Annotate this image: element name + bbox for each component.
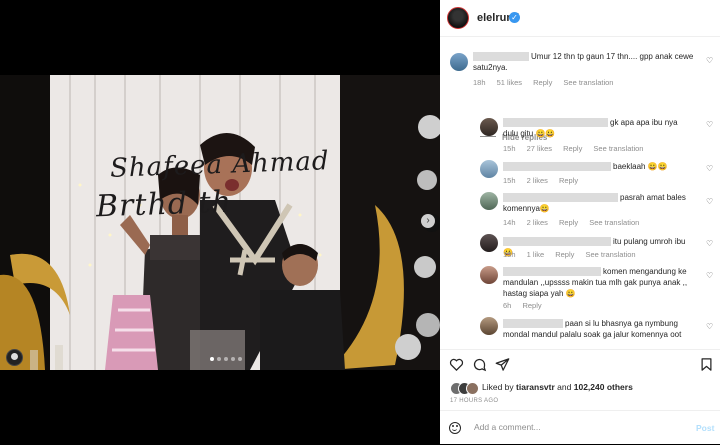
- post-side-panel: elelrumi ✓ Umur 12 thn tp gaun 17 thn...…: [440, 0, 720, 444]
- commenter-avatar[interactable]: [480, 234, 498, 252]
- reply-link[interactable]: Reply: [563, 144, 582, 153]
- post-photo[interactable]: Shafeea Ahmad Brthd th: [0, 75, 440, 370]
- liked-by-avatars: [450, 382, 480, 395]
- comment-likes[interactable]: 2 likes: [527, 176, 548, 185]
- reply-link[interactable]: Reply: [559, 218, 578, 227]
- emoji-smiley-icon[interactable]: [449, 422, 461, 434]
- tagged-user-icon[interactable]: [6, 349, 23, 366]
- like-heart-icon[interactable]: ♡: [706, 240, 714, 248]
- like-heart-icon[interactable]: ♡: [706, 198, 714, 206]
- carousel-dot: [210, 357, 214, 361]
- comment-age: 6h: [503, 301, 512, 310]
- share-send-icon[interactable]: [495, 357, 510, 372]
- comment-age: 13h: [503, 250, 516, 259]
- comment-likes[interactable]: 2 likes: [527, 218, 548, 227]
- comments-list[interactable]: Umur 12 thn tp gaun 17 thn.... gpp anak …: [440, 37, 720, 349]
- comment-age: 18h: [473, 78, 486, 87]
- comment-likes[interactable]: 27 likes: [527, 144, 552, 153]
- comment-text: baeklaah 😀😀: [503, 161, 693, 172]
- liked-prefix: Liked by: [482, 382, 514, 392]
- like-heart-icon[interactable]: ♡: [706, 323, 714, 331]
- reply-link[interactable]: Reply: [522, 301, 541, 310]
- reply-link[interactable]: Reply: [555, 250, 574, 259]
- commenter-avatar[interactable]: [450, 53, 468, 71]
- liker-avatar: [466, 382, 479, 395]
- post-timestamp[interactable]: 17 HOURS AGO: [450, 398, 498, 404]
- comment-age: 15h: [503, 176, 516, 185]
- comment-likes[interactable]: 1 like: [527, 250, 545, 259]
- divider: [480, 136, 496, 137]
- banner-birthday-text: Brthd th: [95, 184, 233, 225]
- author-avatar[interactable]: [447, 7, 469, 29]
- carousel-dot: [217, 357, 221, 361]
- reply-link[interactable]: Reply: [559, 176, 578, 185]
- verified-badge-icon: ✓: [509, 12, 520, 23]
- comment-meta: 18h 51 likes Reply See translation: [473, 78, 622, 87]
- add-comment-input[interactable]: [472, 421, 676, 433]
- commenter-avatar[interactable]: [480, 317, 498, 335]
- next-photo-chevron-icon[interactable]: ›: [421, 214, 435, 228]
- commenter-avatar[interactable]: [480, 160, 498, 178]
- like-heart-icon[interactable]: [449, 357, 464, 372]
- comment-meta: 15h 27 likes Reply See translation: [503, 144, 652, 153]
- comment-text: komen mengandung ke mandulan ,,upssss ma…: [503, 267, 688, 298]
- comment-bubble-icon[interactable]: [472, 357, 487, 372]
- see-translation-link[interactable]: See translation: [563, 78, 613, 87]
- like-heart-icon[interactable]: ♡: [706, 57, 714, 65]
- see-translation-link[interactable]: See translation: [589, 218, 639, 227]
- post-comment-button[interactable]: Post: [696, 423, 714, 433]
- liked-user-link[interactable]: tiaransvtr: [516, 382, 555, 392]
- comment-meta: 14h 2 likes Reply See translation: [503, 218, 648, 227]
- reply-link[interactable]: Reply: [533, 78, 552, 87]
- carousel-dots: [210, 357, 242, 361]
- comment-text: gk apa apa ibu nya dulu gitu 😀😀: [503, 118, 678, 138]
- comment-age: 15h: [503, 144, 516, 153]
- comment-text: Umur 12 thn tp gaun 17 thn.... gpp anak …: [473, 52, 694, 72]
- comment-likes[interactable]: 51 likes: [497, 78, 522, 87]
- see-translation-link[interactable]: See translation: [593, 144, 643, 153]
- bookmark-icon[interactable]: [699, 357, 714, 372]
- like-heart-icon[interactable]: ♡: [706, 165, 714, 173]
- comment-meta: 13h 1 like Reply See translation: [503, 250, 645, 259]
- like-heart-icon[interactable]: ♡: [706, 272, 714, 280]
- add-comment-row: Post: [440, 410, 720, 445]
- commenter-avatar[interactable]: [480, 192, 498, 210]
- carousel-dot: [231, 357, 235, 361]
- photo-illustration: [0, 75, 440, 370]
- liked-count-link[interactable]: 102,240 others: [574, 382, 633, 392]
- carousel-dot: [238, 357, 242, 361]
- liked-by-text[interactable]: Liked by tiaransvtr and 102,240 others: [482, 382, 633, 392]
- comment-text: paan si lu bhasnya ga nymbung mondal man…: [503, 319, 682, 339]
- comment-meta: 6h Reply: [503, 301, 551, 310]
- commenter-avatar[interactable]: [480, 118, 498, 136]
- liked-and: and: [557, 382, 572, 392]
- commenter-avatar[interactable]: [480, 266, 498, 284]
- comment-age: 14h: [503, 218, 516, 227]
- comment-text: pasrah amat bales komennya😀: [503, 193, 686, 213]
- see-translation-link[interactable]: See translation: [586, 250, 636, 259]
- post-header: elelrumi ✓: [440, 0, 720, 37]
- carousel-dot: [224, 357, 228, 361]
- comment-meta: 15h 2 likes Reply: [503, 176, 587, 185]
- like-heart-icon[interactable]: ♡: [706, 121, 714, 129]
